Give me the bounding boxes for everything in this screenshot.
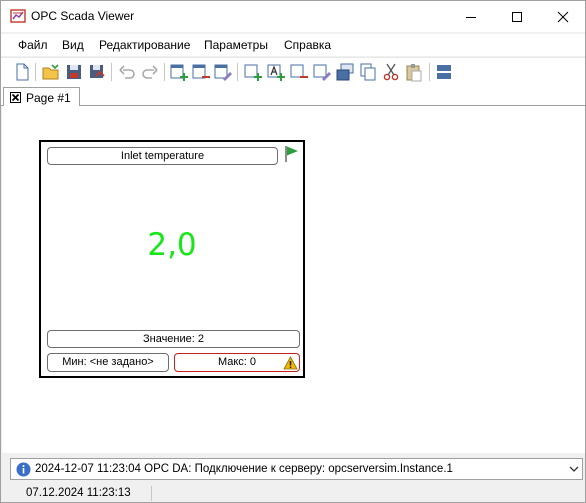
menu-file[interactable]: Файл — [18, 38, 48, 52]
align-icon[interactable] — [434, 62, 454, 82]
maximize-button[interactable] — [494, 1, 540, 32]
close-icon[interactable] — [10, 92, 21, 103]
add-page-icon[interactable] — [169, 62, 189, 82]
bring-to-front-icon[interactable] — [335, 62, 355, 82]
menu-help[interactable]: Справка — [284, 38, 331, 52]
remove-widget-icon[interactable] — [289, 62, 309, 82]
warning-icon — [283, 356, 298, 370]
paste-icon[interactable] — [404, 62, 424, 82]
new-icon[interactable] — [12, 62, 32, 82]
maximize-icon — [512, 11, 522, 22]
close-button[interactable] — [540, 1, 586, 32]
status-datetime: 07.12.2024 11:23:13 — [26, 487, 131, 499]
tab-label: Page #1 — [26, 91, 71, 105]
widget-value: 2,0 — [147, 227, 197, 263]
app-logo-icon — [10, 9, 26, 23]
page-tabs: Page #1 — [1, 85, 585, 107]
open-icon[interactable] — [41, 62, 61, 82]
window-title: OPC Scada Viewer — [31, 9, 135, 23]
log-dropdown-button[interactable] — [564, 459, 583, 479]
copy-icon[interactable] — [358, 62, 378, 82]
menu-settings[interactable]: Параметры — [204, 38, 268, 52]
value-widget[interactable]: Inlet temperature 2,0 Значение: 2 Мин: <… — [39, 140, 305, 378]
edit-page-icon[interactable] — [213, 62, 233, 82]
log-message: 2024-12-07 11:23:04 OPC DA: Подключение … — [35, 463, 453, 475]
remove-page-icon[interactable] — [191, 62, 211, 82]
widget-max-label: Макс: 0 — [217, 356, 257, 368]
add-text-icon[interactable] — [266, 62, 286, 82]
widget-max: Макс: 0 — [174, 353, 300, 372]
chevron-down-icon — [569, 466, 578, 472]
title-bar: OPC Scada Viewer — [1, 1, 585, 32]
menu-bar: Файл Вид Редактирование Параметры Справк… — [1, 34, 585, 56]
edit-widget-icon[interactable] — [312, 62, 332, 82]
main-window: OPC Scada Viewer Файл Вид Редактирование… — [0, 0, 586, 503]
info-icon — [16, 462, 31, 477]
save-icon[interactable] — [64, 62, 84, 82]
status-bar: 07.12.2024 11:23:13 — [1, 484, 585, 502]
cut-icon[interactable] — [381, 62, 401, 82]
close-icon — [557, 11, 569, 22]
widget-status: Значение: 2 — [47, 330, 300, 348]
page-canvas: Inlet temperature 2,0 Значение: 2 Мин: <… — [2, 106, 585, 453]
menu-edit[interactable]: Редактирование — [99, 38, 190, 52]
flag-icon — [285, 146, 298, 162]
event-log[interactable]: 2024-12-07 11:23:04 OPC DA: Подключение … — [10, 458, 583, 480]
menu-view[interactable]: Вид — [62, 38, 84, 52]
widget-min: Мин: <не задано> — [47, 353, 169, 372]
minimize-button[interactable] — [448, 1, 494, 32]
save-all-icon[interactable] — [87, 62, 107, 82]
toolbar — [1, 57, 585, 85]
undo-icon[interactable] — [117, 62, 137, 82]
add-widget-icon[interactable] — [243, 62, 263, 82]
widget-title: Inlet temperature — [47, 147, 278, 165]
tab-page-1[interactable]: Page #1 — [3, 87, 80, 107]
minimize-icon — [466, 16, 476, 18]
redo-icon[interactable] — [140, 62, 160, 82]
